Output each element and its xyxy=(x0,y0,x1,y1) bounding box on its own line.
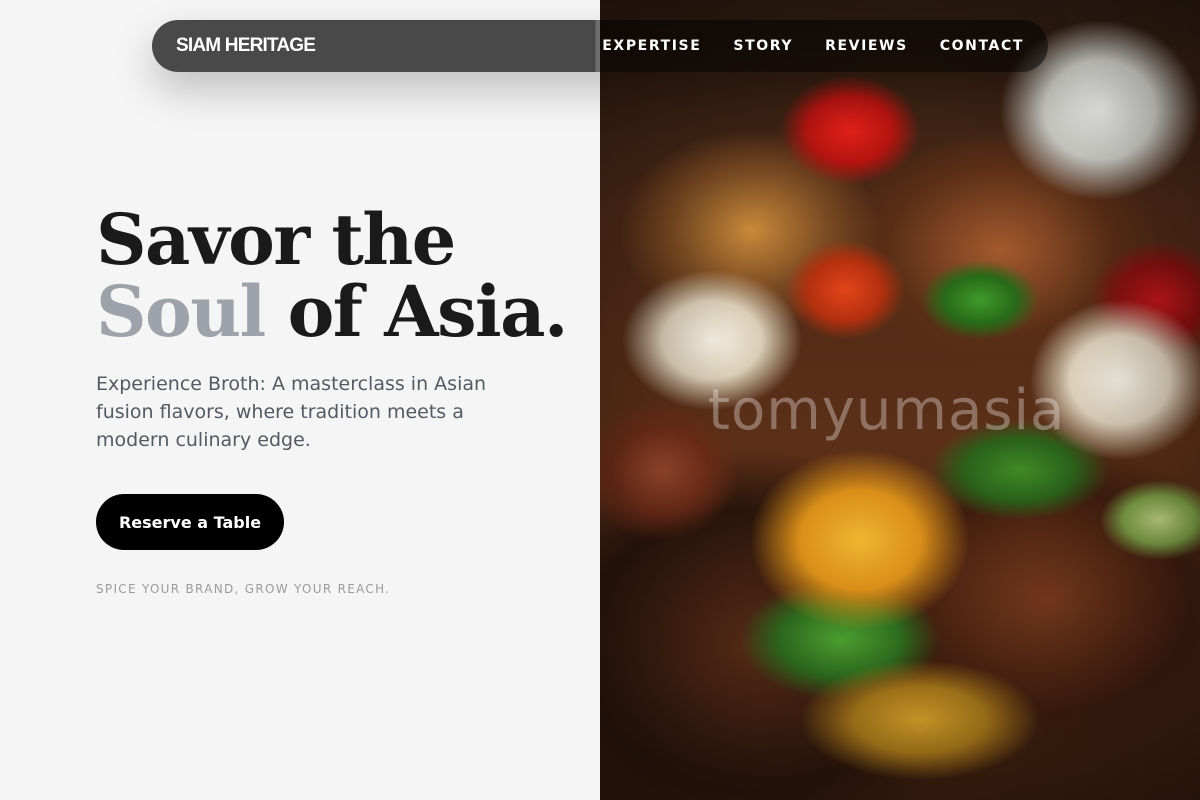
nav-link-story[interactable]: STORY xyxy=(733,38,793,54)
hero-food-image: tomyumasia xyxy=(600,0,1200,800)
nav-link-contact[interactable]: CONTACT xyxy=(940,38,1024,54)
hero-tagline: SPICE YOUR BRAND, GROW YOUR REACH. xyxy=(96,582,391,596)
nav-links: EXPERTISE STORY REVIEWS CONTACT xyxy=(602,38,1024,54)
brand-logo[interactable]: SIAM HERITAGE xyxy=(176,35,316,57)
headline-line-2-rest: of Asia. xyxy=(264,270,569,353)
landing-page: tomyumasia SIAM HERITAGE EXPERTISE STORY… xyxy=(0,0,1200,800)
hero-description: Experience Broth: A masterclass in Asian… xyxy=(96,373,487,451)
top-navigation: SIAM HERITAGE EXPERTISE STORY REVIEWS CO… xyxy=(152,20,1048,72)
headline-line-1: Savor the xyxy=(96,198,456,281)
nav-link-reviews[interactable]: REVIEWS xyxy=(825,38,908,54)
image-watermark: tomyumasia xyxy=(708,378,1066,443)
hero-headline: Savor the Soul of Asia. xyxy=(96,204,568,348)
headline-accent-word: Soul xyxy=(96,270,266,353)
nav-link-expertise[interactable]: EXPERTISE xyxy=(602,38,701,54)
reserve-table-button[interactable]: Reserve a Table xyxy=(96,494,284,550)
